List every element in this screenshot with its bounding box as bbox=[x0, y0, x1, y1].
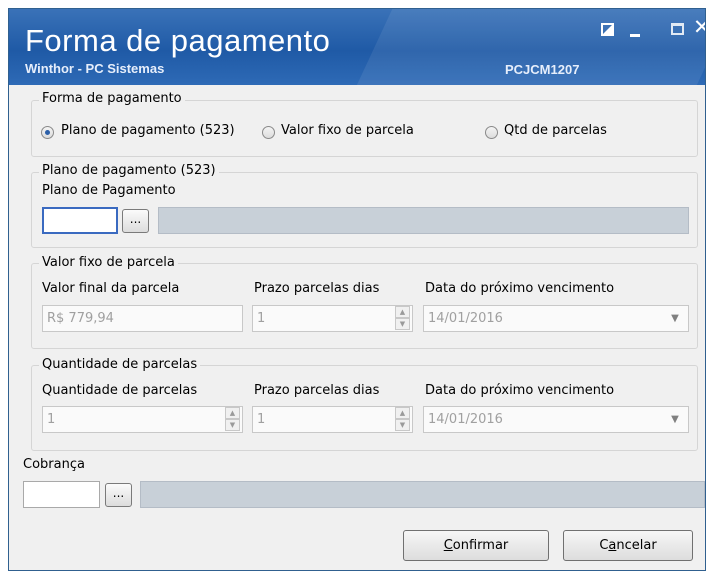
chevron-down-icon[interactable]: ▼ bbox=[669, 314, 681, 324]
maximize-icon[interactable] bbox=[669, 21, 687, 39]
valor-fixo-prazo-input[interactable]: 1 bbox=[252, 305, 413, 332]
spin-up-icon[interactable]: ▲ bbox=[395, 407, 410, 419]
valor-fixo-data-combo[interactable]: 14/01/2016 bbox=[423, 305, 689, 332]
quantidade-data-combo[interactable]: 14/01/2016 bbox=[423, 406, 689, 433]
valor-fixo-data-label: Data do próximo vencimento bbox=[425, 281, 615, 296]
valor-fixo-legend: Valor fixo de parcela bbox=[39, 255, 178, 270]
confirmar-accel: C bbox=[443, 538, 453, 553]
restore-icon[interactable] bbox=[599, 21, 617, 39]
radio-plano-pagamento[interactable] bbox=[41, 126, 54, 139]
quantidade-label: Quantidade de parcelas bbox=[42, 383, 198, 398]
quantidade-data-label: Data do próximo vencimento bbox=[425, 383, 615, 398]
radio-qtd-parcelas-label[interactable]: Qtd de parcelas bbox=[504, 123, 607, 138]
spin-down-icon[interactable]: ▼ bbox=[395, 419, 410, 431]
confirmar-button[interactable]: Confirmar bbox=[403, 530, 549, 561]
confirmar-label: onfirmar bbox=[452, 538, 509, 553]
spin-up-icon[interactable]: ▲ bbox=[225, 407, 240, 419]
minimize-icon[interactable] bbox=[627, 21, 645, 39]
routine-code: PCJCM1207 bbox=[505, 62, 580, 77]
plano-pagamento-lookup-button[interactable]: ... bbox=[122, 209, 149, 233]
valor-fixo-prazo-label: Prazo parcelas dias bbox=[254, 281, 380, 296]
quantidade-prazo-spinner[interactable]: ▲ ▼ bbox=[395, 407, 410, 432]
spin-down-icon[interactable]: ▼ bbox=[395, 318, 410, 330]
valor-fixo-prazo-spinner[interactable]: ▲ ▼ bbox=[395, 306, 410, 331]
quantidade-parcelas-legend: Quantidade de parcelas bbox=[39, 357, 201, 372]
plano-pagamento-legend: Plano de pagamento (523) bbox=[39, 163, 219, 178]
plano-pagamento-label: Plano de Pagamento bbox=[42, 183, 176, 198]
dialog-window: Forma de pagamento Winthor - PC Sistemas… bbox=[8, 8, 706, 571]
chevron-down-icon[interactable]: ▼ bbox=[669, 415, 681, 425]
valor-final-input[interactable]: R$ 779,94 bbox=[42, 305, 243, 332]
window-subtitle: Winthor - PC Sistemas bbox=[25, 61, 165, 76]
quantidade-prazo-label: Prazo parcelas dias bbox=[254, 383, 380, 398]
close-icon[interactable]: ✕ bbox=[693, 17, 705, 38]
cobranca-input[interactable] bbox=[23, 481, 100, 508]
quantidade-prazo-input[interactable]: 1 bbox=[252, 406, 413, 433]
spin-down-icon[interactable]: ▼ bbox=[225, 419, 240, 431]
cobranca-label: Cobrança bbox=[23, 457, 85, 472]
cobranca-description bbox=[140, 481, 705, 508]
radio-valor-fixo[interactable] bbox=[262, 126, 275, 139]
spin-up-icon[interactable]: ▲ bbox=[395, 306, 410, 318]
window-title: Forma de pagamento bbox=[25, 23, 331, 58]
valor-final-label: Valor final da parcela bbox=[42, 281, 180, 296]
radio-valor-fixo-label[interactable]: Valor fixo de parcela bbox=[281, 123, 414, 138]
plano-pagamento-description bbox=[158, 207, 689, 234]
cancelar-label-end: ncelar bbox=[616, 538, 657, 553]
quantidade-input[interactable]: 1 bbox=[42, 406, 243, 433]
plano-pagamento-input[interactable] bbox=[42, 207, 118, 234]
radio-plano-pagamento-label[interactable]: Plano de pagamento (523) bbox=[61, 123, 235, 138]
forma-pagamento-legend: Forma de pagamento bbox=[39, 91, 185, 106]
title-bar[interactable]: Forma de pagamento Winthor - PC Sistemas… bbox=[9, 9, 705, 85]
radio-qtd-parcelas[interactable] bbox=[485, 126, 498, 139]
quantidade-spinner[interactable]: ▲ ▼ bbox=[225, 407, 240, 432]
cancelar-button[interactable]: Cancelar bbox=[563, 530, 693, 561]
cobranca-lookup-button[interactable]: ... bbox=[105, 483, 132, 507]
